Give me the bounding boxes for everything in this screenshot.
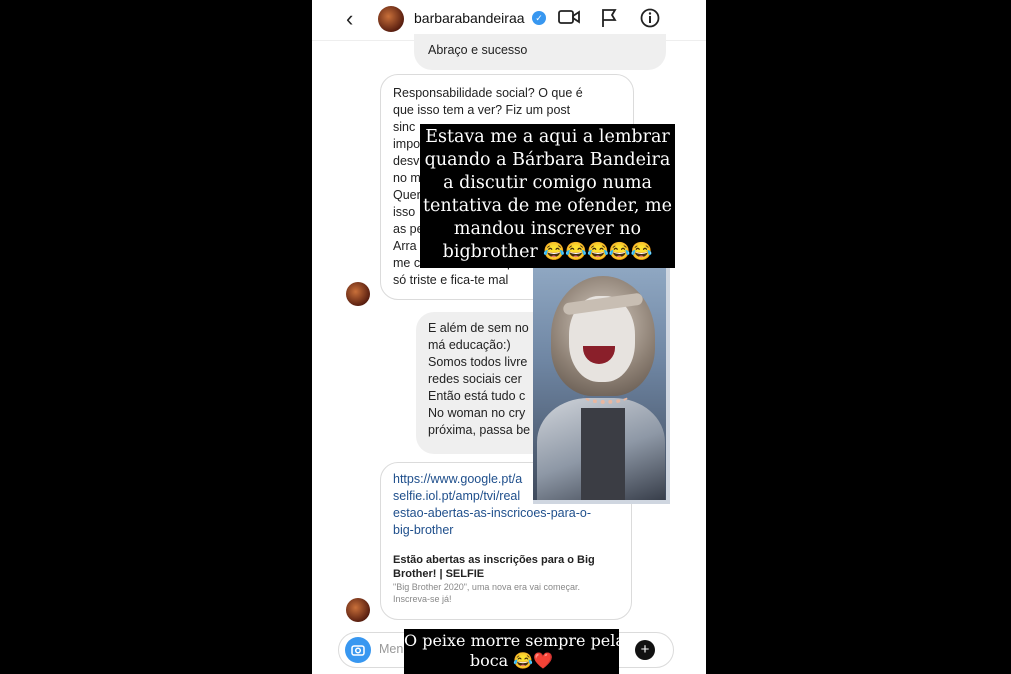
caption-line: O peixe morre sempre pela (404, 631, 625, 650)
message-input[interactable]: Men (379, 642, 403, 656)
story-caption-bottom: O peixe morre sempre pela boca 😂❤️ (404, 629, 625, 674)
sender-avatar[interactable] (346, 598, 370, 622)
verified-badge-icon: ✓ (532, 11, 546, 25)
message-text: Abraço e sucesso (428, 43, 528, 57)
sender-avatar[interactable] (346, 282, 370, 306)
info-icon[interactable] (640, 8, 660, 33)
camera-icon[interactable] (345, 637, 371, 663)
avatar[interactable] (378, 6, 404, 32)
flag-icon[interactable] (600, 8, 618, 33)
preview-title-line: Brother! | SELFIE (393, 568, 485, 580)
photo-necklace (583, 388, 629, 404)
link-preview-title[interactable]: Estão abertas as inscrições para o Big B… (393, 553, 619, 581)
username[interactable]: barbarabandeiraa (414, 10, 525, 26)
link-url-line[interactable]: estao-abertas-as-inscricoes-para-o- (393, 505, 619, 522)
caption-line: boca 😂❤️ (469, 651, 554, 670)
photo-shirt (581, 408, 625, 500)
caption-line: tentativa de me ofender, me (423, 196, 672, 216)
message-line: Responsabilidade social? O que é (393, 86, 583, 100)
message-line: que isso tem a ver? Fiz um post (393, 103, 571, 117)
caption-line: quando a Bárbara Bandeira (424, 150, 671, 170)
chevron-left-icon[interactable]: ‹ (346, 6, 353, 32)
plus-icon[interactable]: + (635, 640, 655, 660)
caption-line: bigbrother 😂😂😂😂😂 (442, 242, 653, 262)
preview-desc-line: Inscreva-se já! (393, 594, 452, 604)
caption-line: a discutir comigo numa (443, 173, 652, 193)
caption-line: mandou inscrever no (453, 219, 642, 239)
link-url-line[interactable]: big-brother (393, 522, 619, 539)
link-preview-description: "Big Brother 2020", uma nova era vai com… (393, 581, 619, 605)
preview-title-line: Estão abertas as inscrições para o Big (393, 554, 595, 566)
overlay-photo (533, 268, 670, 504)
story-caption-top: Estava me a aqui a lembrar quando a Bárb… (420, 124, 675, 268)
caption-line: Estava me a aqui a lembrar (425, 127, 670, 147)
video-call-icon[interactable] (558, 8, 580, 31)
preview-desc-line: "Big Brother 2020", uma nova era vai com… (393, 582, 580, 592)
message-sent-1: Abraço e sucesso (414, 34, 666, 70)
